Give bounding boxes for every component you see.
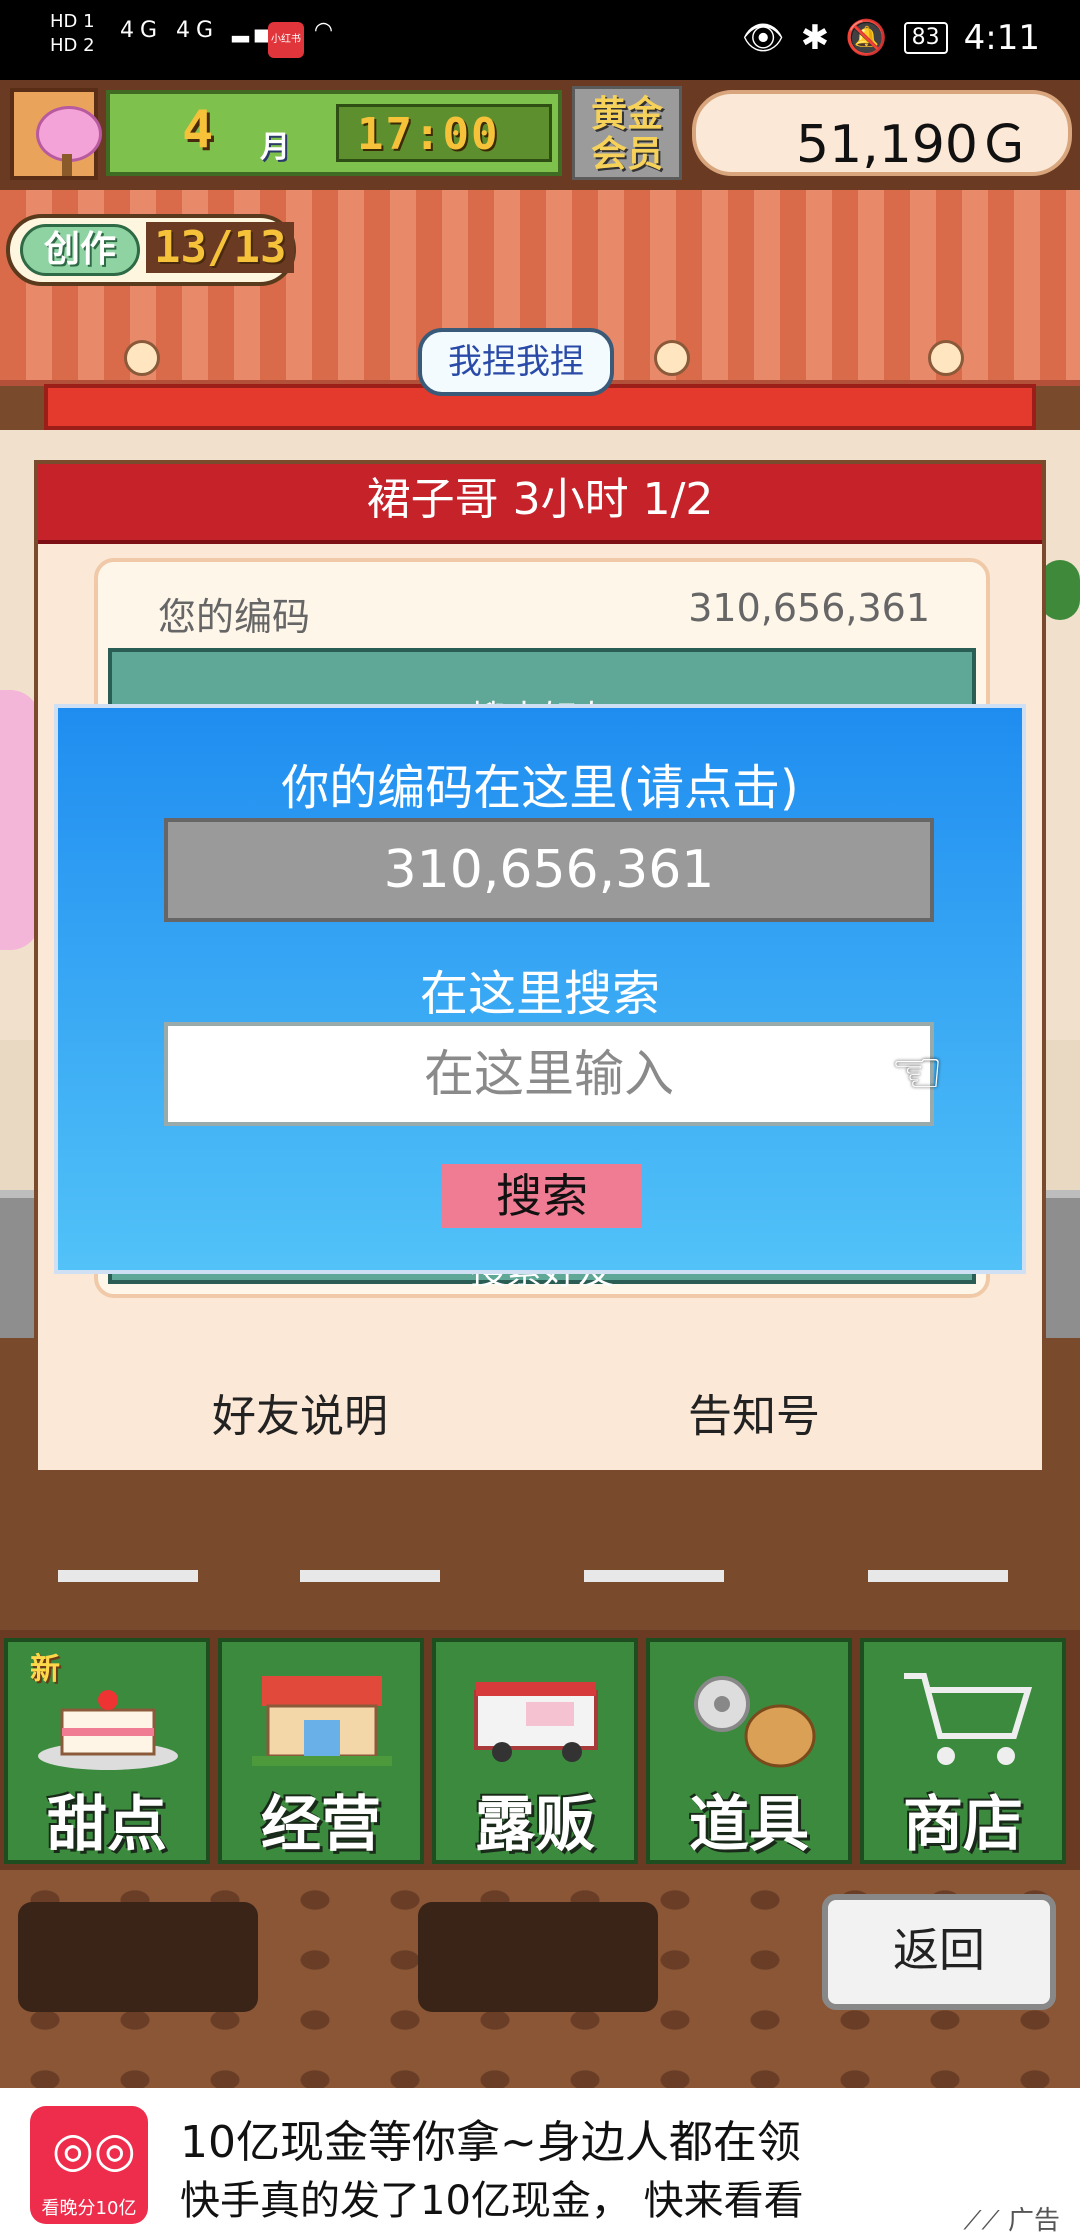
menu-label: 经营	[261, 1790, 381, 1860]
ad-icon-caption: 看晚分10亿	[41, 2198, 137, 2219]
month-unit: 月	[260, 130, 290, 165]
dialog-title: 你的编码在这里(请点击)	[281, 760, 799, 816]
menu-label: 道具	[689, 1790, 809, 1860]
ad-tag-label: 广告	[1007, 2206, 1060, 2236]
bottom-menu: 新 甜点 经营 露贩 道具 商店	[0, 1630, 1080, 1870]
status-bar: HD 1 HD 2 4G 4G ▂▄▆ ◠ 小红书 👁 ✱ 🔕 83 4:11	[0, 0, 1080, 80]
back-button[interactable]: 返回	[822, 1894, 1056, 2010]
tree-trunk	[62, 154, 72, 176]
panel-title: 裙子哥 3小时 1/2	[38, 464, 1042, 544]
road-line	[584, 1570, 724, 1582]
camera-icon: ◎◎	[52, 2122, 136, 2178]
code-value: 310,656,361	[688, 586, 930, 630]
shop-icon	[252, 1676, 392, 1766]
signal-icon: 4G 4G ▂▄▆ ◠	[120, 18, 340, 43]
speech-bubble[interactable]: 我捏我捏	[418, 328, 614, 396]
code-label: 您的编码	[158, 595, 311, 639]
road-line	[58, 1570, 198, 1582]
menu-management[interactable]: 经营	[218, 1638, 424, 1864]
date-bar: 4 月 17:00	[106, 90, 562, 176]
search-label: 在这里搜索	[419, 966, 660, 1022]
bottom-bar: 返回	[0, 1870, 1080, 2088]
menu-shop[interactable]: 商店	[860, 1638, 1066, 1864]
status-right: 👁 ✱ 🔕 83 4:11	[742, 18, 1040, 58]
menu-food-truck[interactable]: 露贩	[432, 1638, 638, 1864]
ad-banner[interactable]: ◎◎ 看晚分10亿 10亿现金等你拿~身边人都在领 快手真的发了10亿现金， 快…	[0, 2088, 1080, 2240]
time-box: 17:00	[336, 104, 552, 162]
money-display: 51,190Ｇ	[692, 90, 1072, 176]
empty-slot	[418, 1902, 658, 2012]
ad-logo-icon: ⟋⟋	[963, 2206, 1000, 2236]
search-dialog: 你的编码在这里(请点击) 310,656,361 在这里搜索 在这里输入 ☜ 搜…	[54, 704, 1026, 1274]
cart-icon	[904, 1673, 1033, 1765]
creation-counter[interactable]: 创作 13/13	[6, 214, 296, 286]
your-code-box[interactable]: 310,656,361	[164, 818, 934, 922]
menu-label: 商店	[903, 1790, 1023, 1860]
lamp-icon	[928, 340, 964, 376]
lamp-icon	[654, 340, 690, 376]
game-time: 17:00	[357, 109, 500, 160]
pointing-hand-icon: ☜	[890, 1038, 944, 1108]
month-value: 4	[182, 100, 214, 160]
ad-subtitle[interactable]: 快手真的发了10亿现金， 快来看看	[180, 2168, 804, 2226]
mute-icon: 🔕	[845, 18, 888, 58]
search-button[interactable]: 搜索	[442, 1164, 642, 1228]
empty-slot	[18, 1902, 258, 2012]
gold-member-badge[interactable]: 黄金会员	[572, 86, 682, 180]
eye-icon: 👁	[741, 18, 785, 58]
new-badge: 新	[30, 1652, 60, 1687]
battery-icon: 83	[903, 22, 948, 54]
kuaishou-icon[interactable]: ◎◎ 看晚分10亿	[30, 2106, 148, 2224]
friend-help-button[interactable]: 好友说明	[212, 1380, 388, 1444]
gear-bag-icon	[694, 1676, 816, 1768]
creation-value: 13/13	[146, 222, 295, 273]
top-hud: 4 月 17:00 黄金会员 51,190Ｇ	[0, 80, 1080, 190]
menu-label: 露贩	[475, 1790, 595, 1860]
ad-title[interactable]: 10亿现金等你拿~身边人都在领	[180, 2106, 801, 2170]
plant-icon	[1040, 560, 1080, 620]
network-indicators: HD 1 HD 2	[50, 10, 95, 58]
menu-dessert[interactable]: 新 甜点	[4, 1638, 210, 1864]
menu-items[interactable]: 道具	[646, 1638, 852, 1864]
creation-label: 创作	[20, 224, 140, 276]
signal-label: 4G 4G	[120, 18, 220, 43]
hd1-label: HD 1	[50, 11, 95, 32]
food-truck-icon	[474, 1682, 598, 1762]
store-avatar[interactable]	[10, 88, 102, 180]
menu-label: 甜点	[47, 1790, 167, 1860]
app-notification-icon: 小红书	[268, 22, 304, 58]
bluetooth-icon: ✱	[800, 18, 830, 58]
notice-button[interactable]: 告知号	[688, 1380, 820, 1444]
money-value: 51,190Ｇ	[796, 115, 1030, 175]
search-input[interactable]: 在这里输入	[164, 1022, 934, 1126]
ad-tag: ⟋⟋ 广告	[963, 2200, 1060, 2237]
lamp-icon	[124, 340, 160, 376]
hd2-label: HD 2	[50, 35, 95, 56]
road-line	[868, 1570, 1008, 1582]
road-line	[300, 1570, 440, 1582]
clock: 4:11	[963, 18, 1040, 58]
